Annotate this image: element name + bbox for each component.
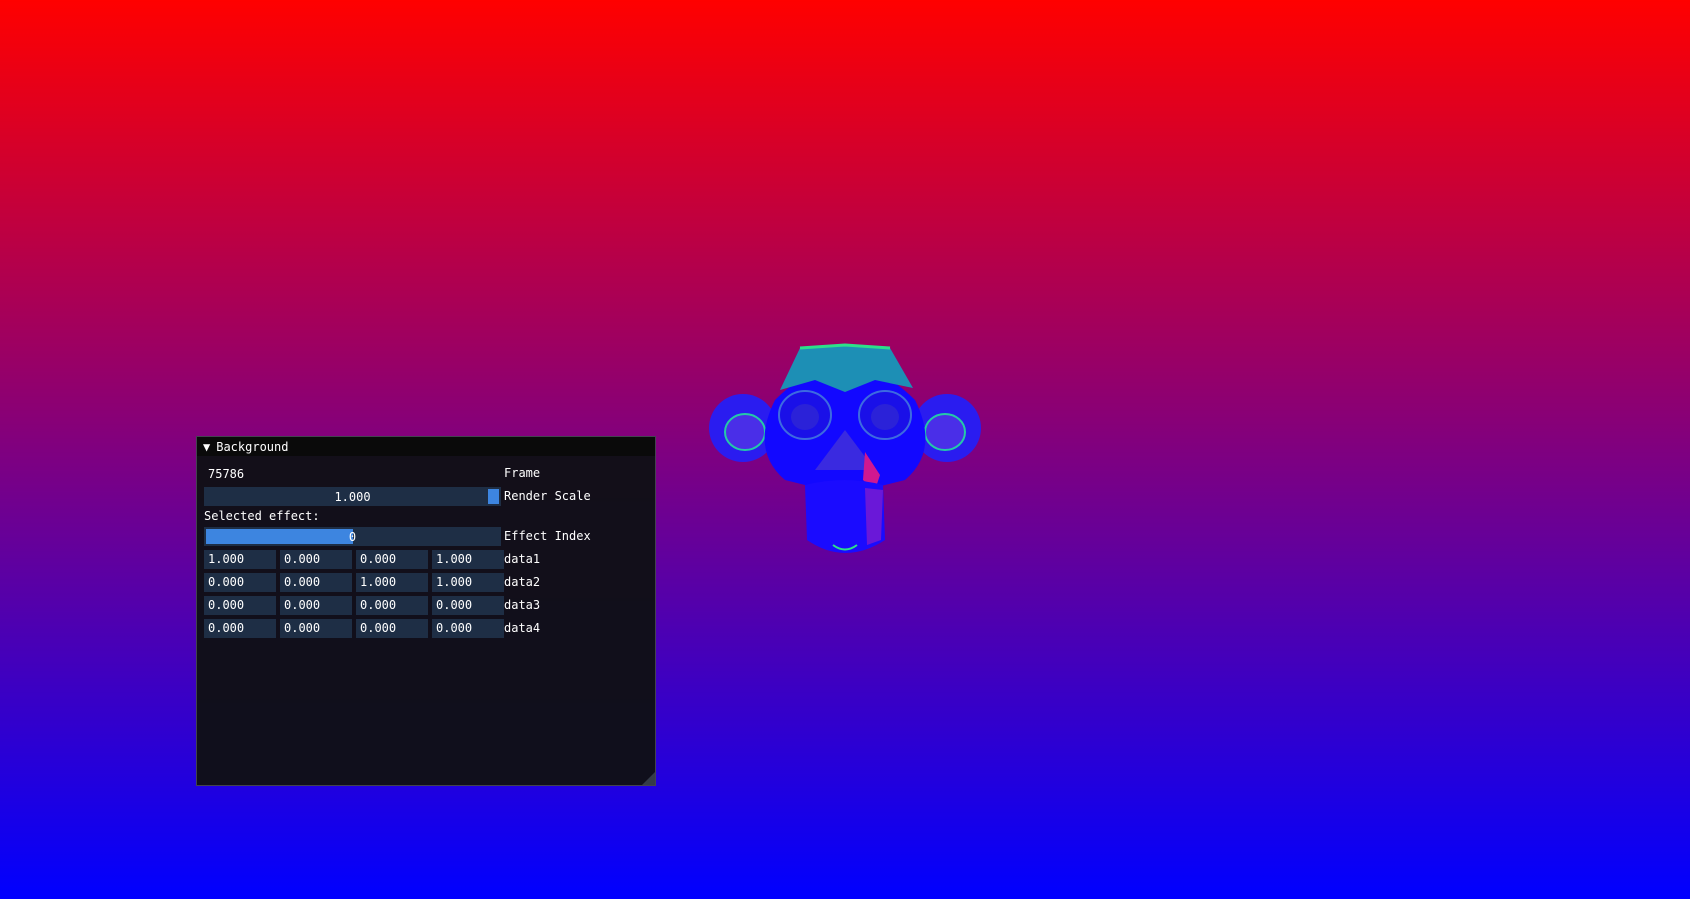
- data1-label: data1: [504, 552, 541, 566]
- frame-value: 75786: [208, 466, 245, 481]
- data2-w-input[interactable]: 1.000: [432, 573, 504, 592]
- data4-z-input[interactable]: 0.000: [356, 619, 428, 638]
- resize-grip-icon[interactable]: [642, 772, 655, 785]
- data4-x-input[interactable]: 0.000: [204, 619, 276, 638]
- data1-y-input[interactable]: 0.000: [280, 550, 352, 569]
- data3-z-input[interactable]: 0.000: [356, 596, 428, 615]
- render-scale-label: Render Scale: [504, 489, 591, 503]
- data1-w-input[interactable]: 1.000: [432, 550, 504, 569]
- data3-x-input[interactable]: 0.000: [204, 596, 276, 615]
- effect-index-row: 0 Effect Index: [204, 525, 655, 548]
- data3-w-input[interactable]: 0.000: [432, 596, 504, 615]
- data4-y-input[interactable]: 0.000: [280, 619, 352, 638]
- panel-title: Background: [216, 439, 289, 454]
- selected-effect-text: Selected effect:: [204, 509, 320, 523]
- vector-row-data4: 0.000 0.000 0.000 0.000 data4: [204, 617, 655, 640]
- data2-z-input[interactable]: 1.000: [356, 573, 428, 592]
- data3-y-input[interactable]: 0.000: [280, 596, 352, 615]
- render-scale-row: 1.000 Render Scale: [204, 485, 655, 508]
- slider-grab-handle[interactable]: [488, 489, 499, 504]
- frame-row: 75786 Frame: [204, 462, 655, 485]
- data1-z-input[interactable]: 0.000: [356, 550, 428, 569]
- monkey-head-model: [709, 343, 981, 553]
- data4-label: data4: [504, 621, 541, 635]
- vector-row-data3: 0.000 0.000 0.000 0.000 data3: [204, 594, 655, 617]
- frame-label: Frame: [504, 466, 541, 480]
- background-panel: ▼ Background 75786 Frame 1.000 Render Sc…: [196, 436, 656, 786]
- vector-row-data2: 0.000 0.000 1.000 1.000 data2: [204, 571, 655, 594]
- effect-index-label: Effect Index: [504, 529, 591, 543]
- data1-x-input[interactable]: 1.000: [204, 550, 276, 569]
- data4-w-input[interactable]: 0.000: [432, 619, 504, 638]
- data3-label: data3: [504, 598, 541, 612]
- effect-index-value: 0: [348, 529, 357, 544]
- vector-row-data1: 1.000 0.000 0.000 1.000 data1: [204, 548, 655, 571]
- panel-titlebar[interactable]: ▼ Background: [197, 437, 655, 456]
- data2-y-input[interactable]: 0.000: [280, 573, 352, 592]
- effect-index-fill: [206, 529, 353, 544]
- triangle-down-icon[interactable]: ▼: [203, 441, 210, 453]
- data2-label: data2: [504, 575, 541, 589]
- render-scale-value: 1.000: [334, 489, 371, 504]
- render-scale-slider[interactable]: 1.000: [204, 487, 501, 506]
- data2-x-input[interactable]: 0.000: [204, 573, 276, 592]
- effect-index-slider[interactable]: 0: [204, 527, 501, 546]
